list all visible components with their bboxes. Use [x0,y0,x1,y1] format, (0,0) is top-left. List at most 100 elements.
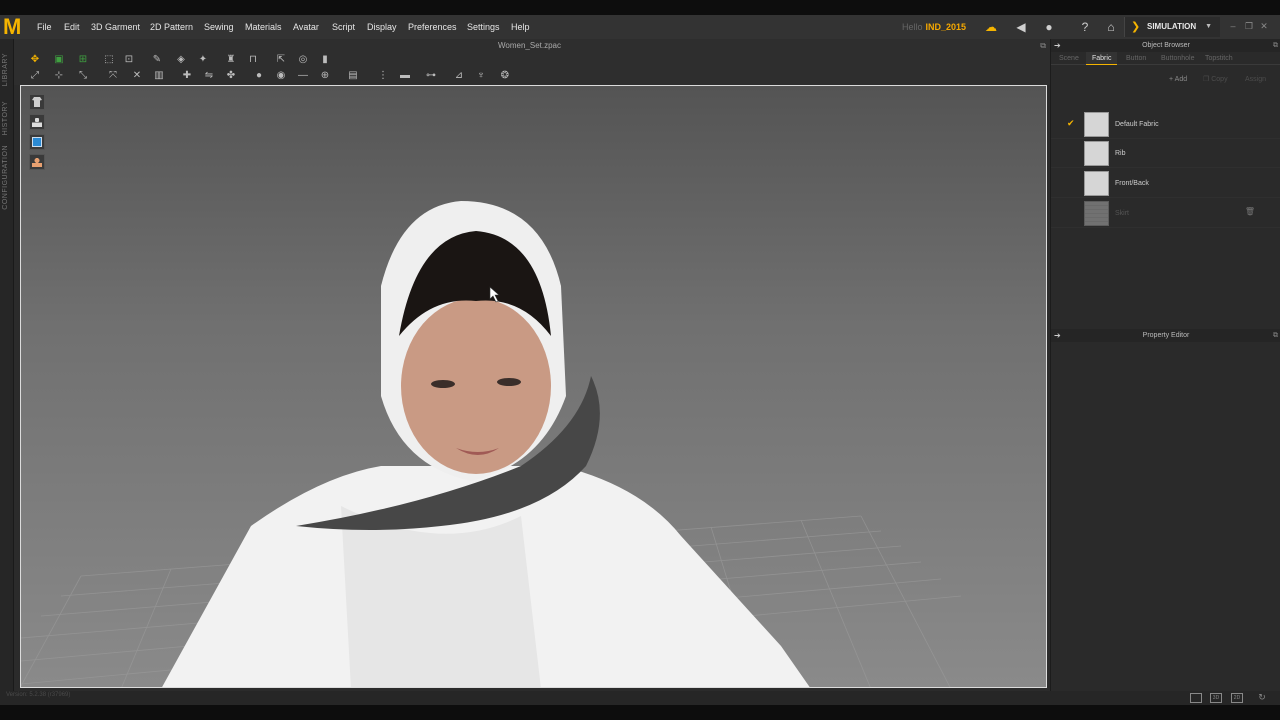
menu-avatar[interactable]: Avatar [293,15,319,39]
hanger-icon[interactable]: ⌂ [1104,20,1118,34]
arrow-right-icon[interactable]: ➔ [1054,39,1061,52]
menu-file[interactable]: File [37,15,52,39]
menu-3d-garment[interactable]: 3D Garment [91,15,140,39]
trash-icon[interactable]: 🗑 [1245,207,1255,216]
hanger-tool-icon[interactable]: ♆ [474,69,488,83]
close-icon[interactable]: ✕ [1259,21,1269,31]
tab-fabric[interactable]: Fabric [1086,52,1118,65]
sphere-icon[interactable]: ❂ [498,69,512,83]
property-editor-header: ➔ Property Editor ⧉ [1051,329,1280,342]
copy-button[interactable]: ❐ Copy [1203,73,1228,87]
user-id-prefix: Hello [902,22,923,32]
menu-settings[interactable]: Settings [467,15,500,39]
menu-edit[interactable]: Edit [64,15,80,39]
tab-configuration[interactable]: CONFIGURATION [2,145,9,210]
menu-preferences[interactable]: Preferences [408,15,457,39]
menu-display[interactable]: Display [367,15,397,39]
fabric-swatch [1084,141,1109,166]
popout-icon[interactable]: ⧉ [1273,329,1278,342]
fabric-name: Rib [1115,150,1126,157]
add-button[interactable]: + Add [1169,73,1187,87]
fabric-item-front-back[interactable]: Front/Back [1051,169,1280,198]
menu-help[interactable]: Help [511,15,530,39]
cross-icon[interactable]: ✕ [130,69,144,83]
measure-icon[interactable]: ⇱ [274,53,288,67]
3d-viewport[interactable] [20,85,1047,688]
circle-icon[interactable]: ◉ [274,69,288,83]
pen-icon[interactable]: ✎ [150,53,164,67]
tack-icon[interactable]: ✦ [196,53,210,67]
stitch-icon[interactable]: ⋮ [376,69,390,83]
version-text: Version: 5.2.38 (r37969) [6,692,71,698]
fold-arrange-icon[interactable]: ⤡ [76,69,90,83]
dot-icon[interactable]: ● [252,69,266,83]
fabric-item-rib[interactable]: Rib [1051,139,1280,168]
menu-sewing[interactable]: Sewing [204,15,234,39]
texture-view-button[interactable] [29,134,45,150]
assign-button[interactable]: Assign [1245,73,1266,87]
tab-topstitch[interactable]: Topstitch [1199,52,1239,65]
chevron-down-icon: ▼ [1205,23,1212,30]
menu-materials[interactable]: Materials [245,15,282,39]
select-mesh-icon[interactable]: ▣ [52,53,66,67]
arrange-points-icon[interactable]: ⊹ [52,69,66,83]
user-id-value: IND_2015 [925,22,967,32]
skin-view-icon [32,157,42,167]
bin-icon[interactable]: ▤ [346,69,360,83]
transform-icon[interactable]: ⊞ [76,53,90,67]
arrow-right-icon[interactable]: ➔ [1054,329,1061,342]
menu-2d-pattern[interactable]: 2D Pattern [150,15,193,39]
pin-box-icon[interactable]: ⊡ [122,53,136,67]
ruler-icon[interactable]: ▮ [318,53,332,67]
loop-icon[interactable]: ◎ [296,53,310,67]
fabric-name: Front/Back [1115,180,1149,187]
object-browser-tabs: Scene Fabric Button Buttonhole Topstitch [1051,52,1280,65]
target-icon[interactable]: ⊕ [318,69,332,83]
shirt-icon[interactable]: ♜ [224,53,238,67]
mode-selector[interactable]: ❯ SIMULATION ▼ [1124,17,1220,37]
garment-view-icon [32,97,42,107]
refresh-icon[interactable]: ↻ [1256,693,1268,703]
speaker-icon[interactable]: ◀ [1014,20,1028,34]
avatar-view-button[interactable] [29,114,45,130]
select-move-icon[interactable]: ✥ [28,53,42,67]
symmetry-icon[interactable]: ⇋ [202,69,216,83]
tab-history[interactable]: HISTORY [2,101,9,135]
minimize-icon[interactable]: – [1228,21,1238,31]
fabric-item-skirt[interactable]: Skirt 🗑 [1051,199,1280,228]
cloud-sync-icon[interactable]: ☁ [984,20,998,34]
help-icon[interactable]: ? [1078,20,1092,34]
app-logo: M [3,14,22,39]
property-editor-title: Property Editor [1142,332,1190,339]
maximize-icon[interactable]: ❐ [1244,21,1254,31]
button-tool-icon[interactable]: ⊶ [424,69,438,83]
2d-view-icon[interactable]: 2D [1231,693,1243,703]
avatar-point-icon[interactable]: ✚ [180,69,194,83]
tab-buttonhole[interactable]: Buttonhole [1155,52,1200,65]
garment-view-button[interactable] [29,94,45,110]
single-view-icon[interactable] [1190,693,1202,703]
fabric-item-default[interactable]: ✔ Default Fabric [1051,110,1280,139]
fabric-actions: + Add ❐ Copy Assign [1051,73,1280,87]
bounding-box-icon[interactable]: ⬚ [102,53,116,67]
arrange-icon[interactable]: ⤢ [28,69,42,83]
tab-button[interactable]: Button [1120,52,1152,65]
right-eye [497,378,521,386]
tab-scene[interactable]: Scene [1053,52,1085,65]
3d-view-icon[interactable]: 3D [1210,693,1222,703]
user-icon[interactable]: ● [1042,20,1056,34]
zipper-icon[interactable]: ⊿ [452,69,466,83]
fold-icon[interactable]: ◈ [174,53,188,67]
status-bar: Version: 5.2.38 (r37969) 3D 2D ↻ [0,691,1280,705]
pants-icon[interactable]: ⊓ [246,53,260,67]
menu-script[interactable]: Script [332,15,355,39]
popout-icon[interactable]: ⧉ [1040,41,1046,51]
line-icon[interactable]: — [296,69,310,83]
pocket-icon[interactable]: ▬ [398,69,412,83]
tab-library[interactable]: LIBRARY [2,53,9,86]
strengthen-icon[interactable]: ⤧ [106,69,120,83]
fit-icon[interactable]: ✤ [224,69,238,83]
popout-icon[interactable]: ⧉ [1273,39,1278,52]
layer-icon[interactable]: ▥ [152,69,166,83]
skin-view-button[interactable] [29,154,45,170]
